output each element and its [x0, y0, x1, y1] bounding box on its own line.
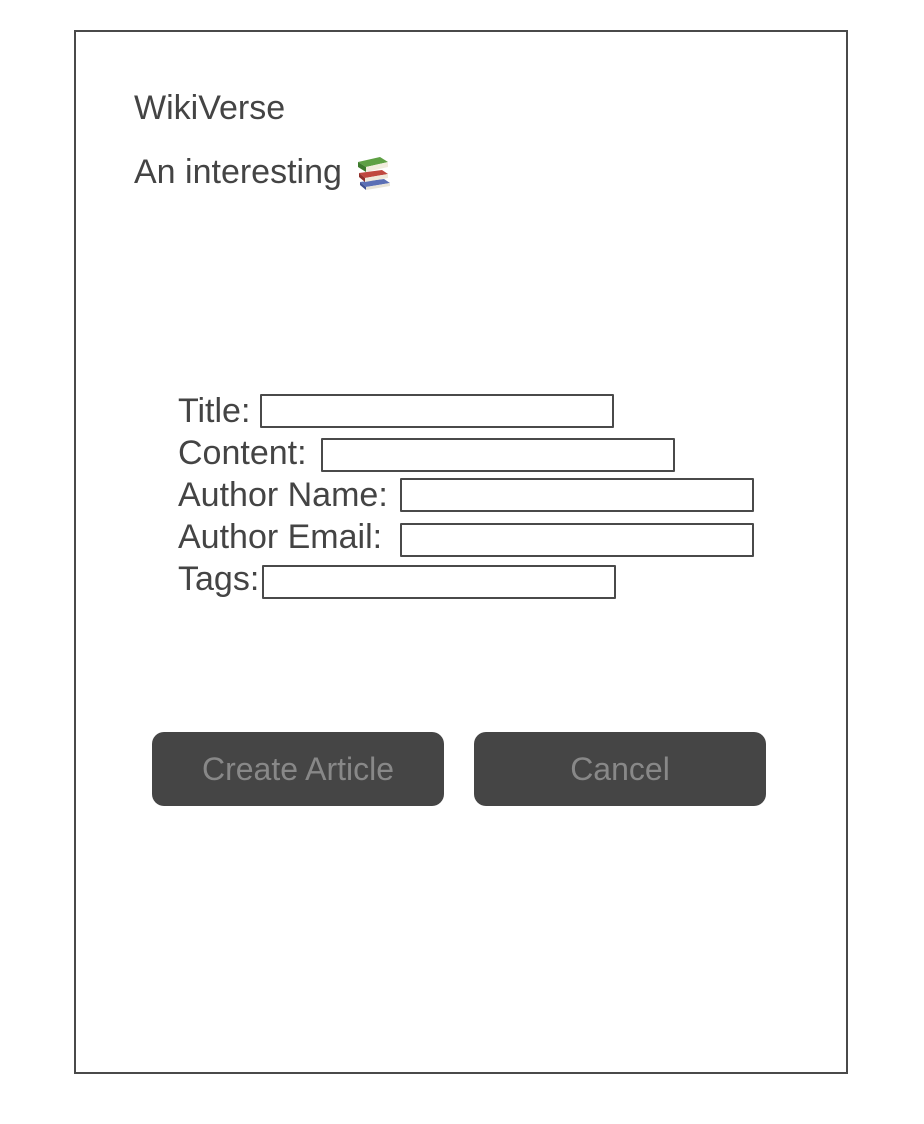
title-input[interactable]: [260, 394, 615, 428]
books-icon: [354, 152, 394, 192]
app-title: WikiVerse: [134, 89, 286, 127]
author-name-row: Author Name:: [178, 474, 754, 516]
author-email-row: Author Email:: [178, 516, 755, 558]
author-name-input[interactable]: [399, 478, 754, 512]
cancel-button[interactable]: Cancel: [474, 732, 766, 806]
content-label: Content:: [178, 434, 307, 472]
tags-label: Tags:: [178, 560, 260, 598]
tags-row: Tags:: [178, 558, 617, 600]
title-label: Title:: [178, 392, 251, 430]
tagline-text: An interesting: [134, 153, 342, 191]
tags-input[interactable]: [262, 565, 617, 599]
app-frame: WikiVerse An interesting Title: Content:…: [74, 30, 848, 1074]
create-article-button[interactable]: Create Article: [152, 732, 444, 806]
author-email-label: Author Email:: [178, 518, 383, 556]
author-name-label: Author Name:: [178, 476, 388, 514]
title-row: Title:: [178, 390, 615, 432]
content-input[interactable]: [320, 438, 675, 472]
tagline: An interesting: [134, 150, 394, 194]
author-email-input[interactable]: [400, 523, 755, 557]
content-row: Content:: [178, 432, 675, 474]
